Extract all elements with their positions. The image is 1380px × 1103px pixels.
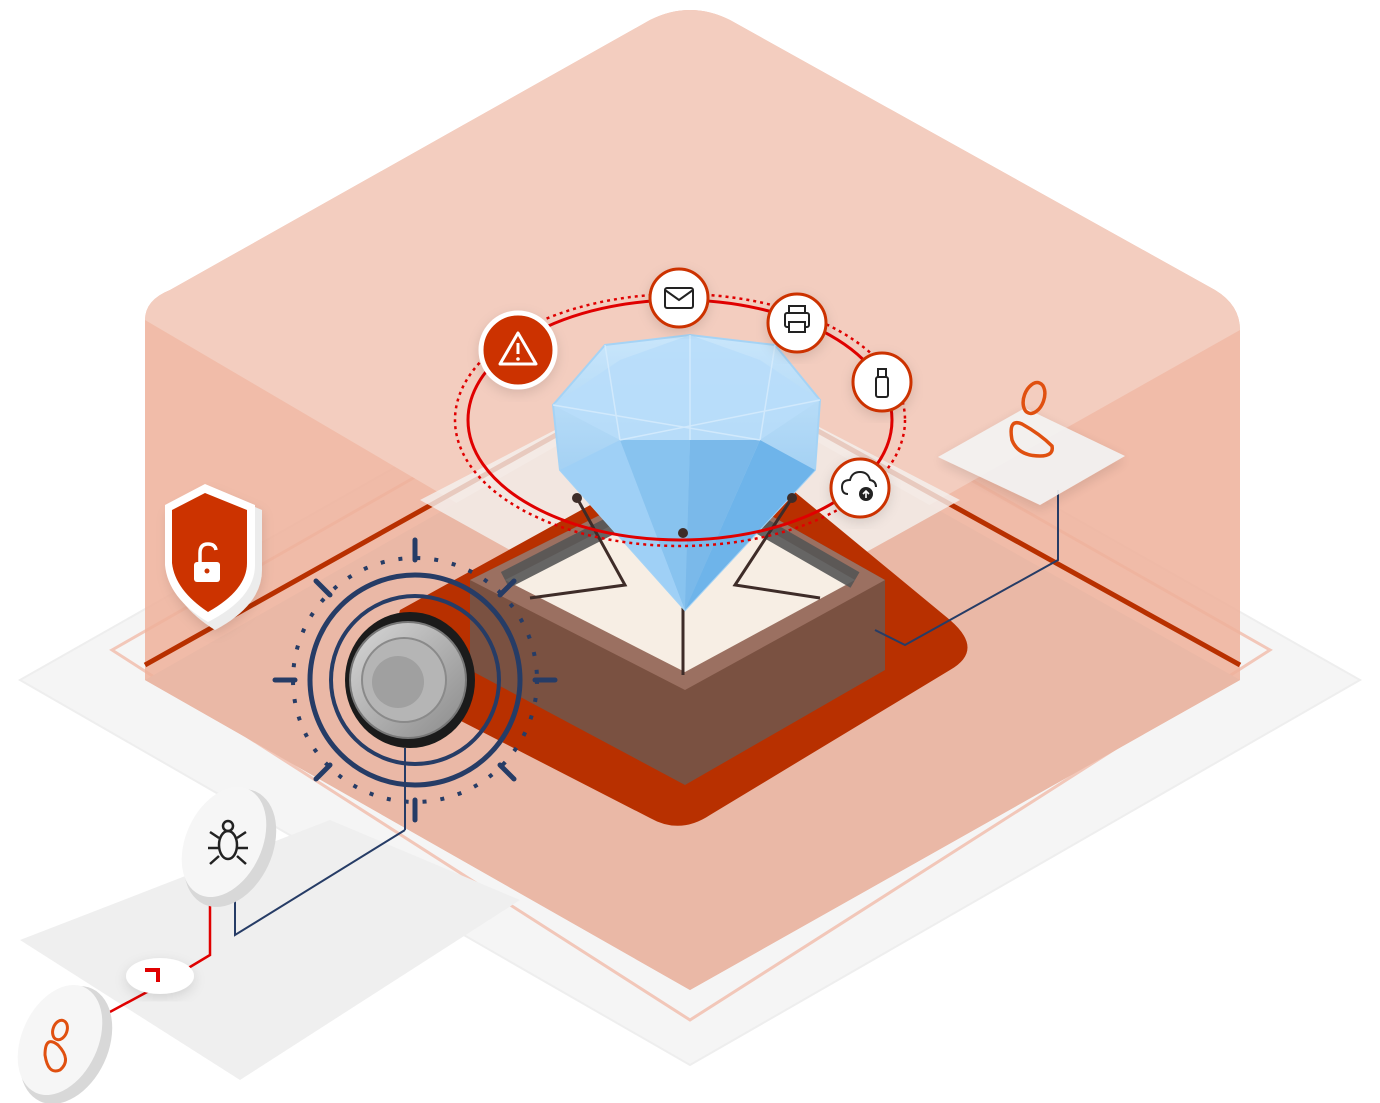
arrow-chip-icon [126,958,194,994]
printer-icon [766,292,828,354]
usb-drive-icon [851,351,913,413]
mail-icon [648,267,710,329]
cloud-upload-icon [829,457,891,519]
warning-icon [478,310,558,390]
security-vault-illustration [0,0,1380,1103]
